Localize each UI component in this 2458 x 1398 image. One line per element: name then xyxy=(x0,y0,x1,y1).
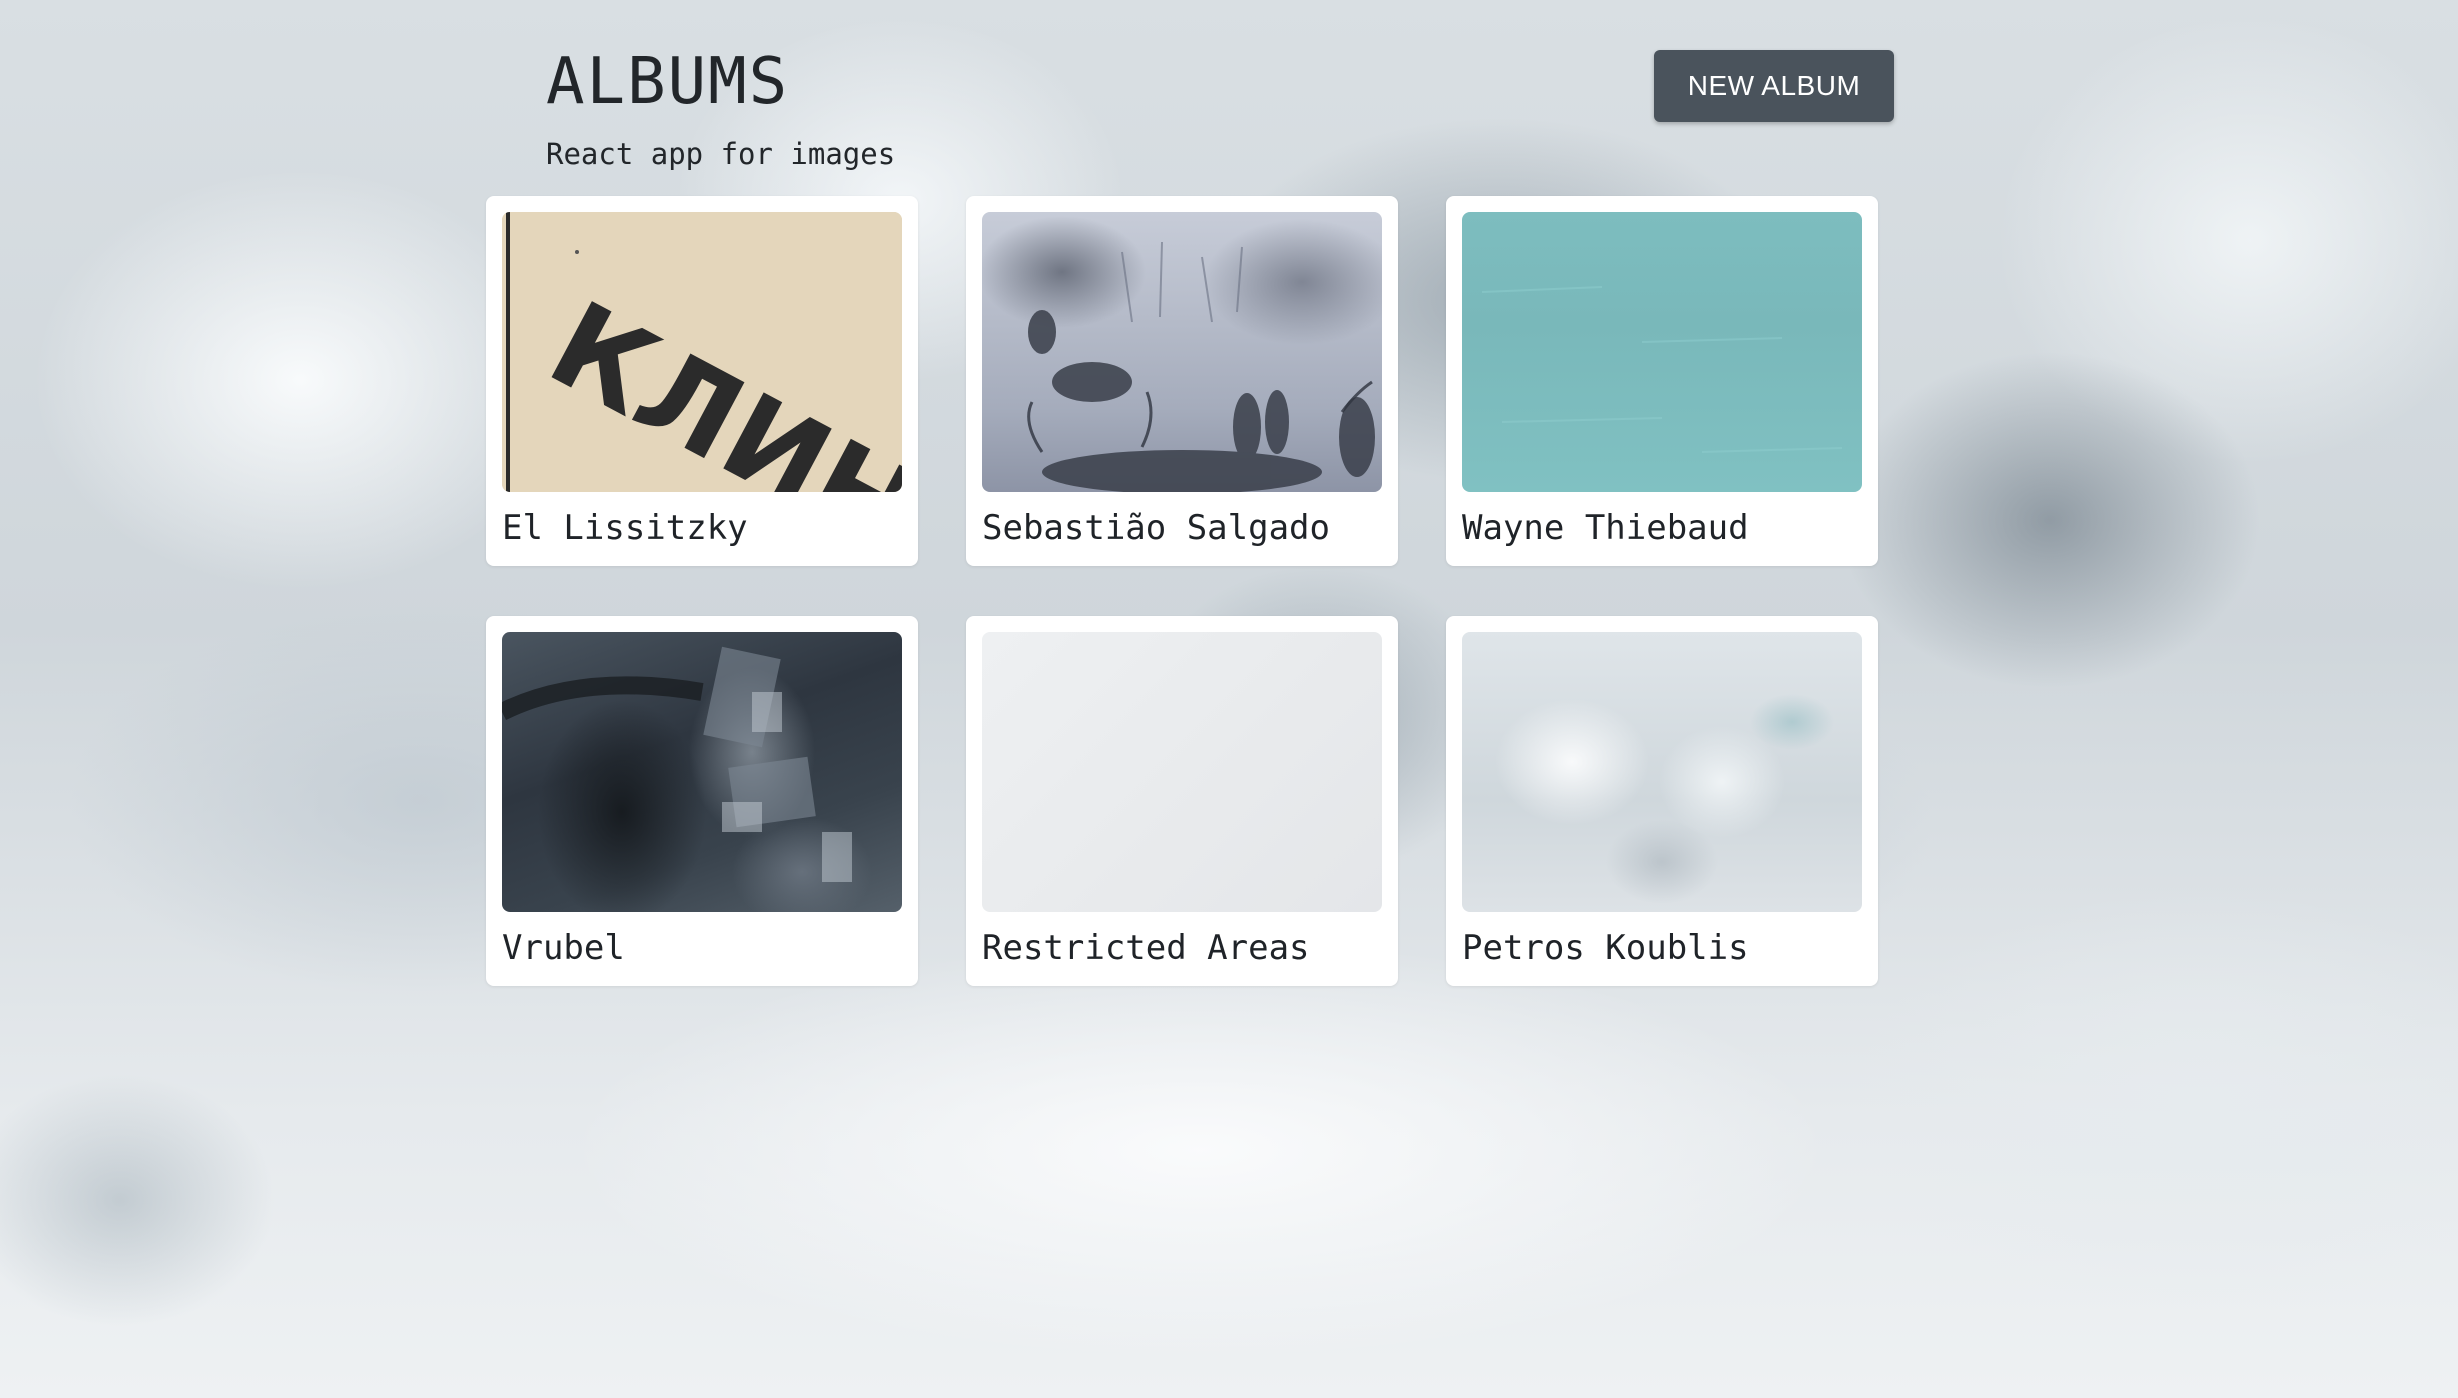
album-card-petros-koublis[interactable]: Petros Koublis xyxy=(1446,616,1878,986)
album-card-vrubel[interactable]: Vrubel xyxy=(486,616,918,986)
album-card-el-lissitzky[interactable]: КЛИНО El Lissitzky xyxy=(486,196,918,566)
page-subtitle: React app for images xyxy=(546,137,896,171)
album-cover-image xyxy=(982,632,1382,912)
album-card-restricted-areas[interactable]: Restricted Areas xyxy=(966,616,1398,986)
album-name: Petros Koublis xyxy=(1462,928,1749,968)
lissitzky-cover-art: КЛИНО xyxy=(502,212,902,492)
vrubel-cover-art xyxy=(502,646,852,882)
album-name: Sebastião Salgado xyxy=(982,508,1330,548)
album-cover-image xyxy=(1462,632,1862,912)
album-name: Vrubel xyxy=(502,928,625,968)
album-grid: КЛИНО El Lissitzky Sebastião Salgado Way… xyxy=(486,196,1880,986)
thiebaud-cover-art xyxy=(1481,286,1843,453)
album-card-sebastiao-salgado[interactable]: Sebastião Salgado xyxy=(966,196,1398,566)
salgado-cover-art xyxy=(1027,241,1375,492)
album-cover-image xyxy=(982,212,1382,492)
album-cover-image xyxy=(502,632,902,912)
album-card-wayne-thiebaud[interactable]: Wayne Thiebaud xyxy=(1446,196,1878,566)
album-cover-image xyxy=(1462,212,1862,492)
album-name: Wayne Thiebaud xyxy=(1462,508,1749,548)
album-name: El Lissitzky xyxy=(502,508,748,548)
new-album-button[interactable]: NEW ALBUM xyxy=(1654,50,1894,122)
album-cover-image: КЛИНО xyxy=(502,212,902,492)
album-name: Restricted Areas xyxy=(982,928,1310,968)
page-title: ALBUMS xyxy=(546,45,790,119)
